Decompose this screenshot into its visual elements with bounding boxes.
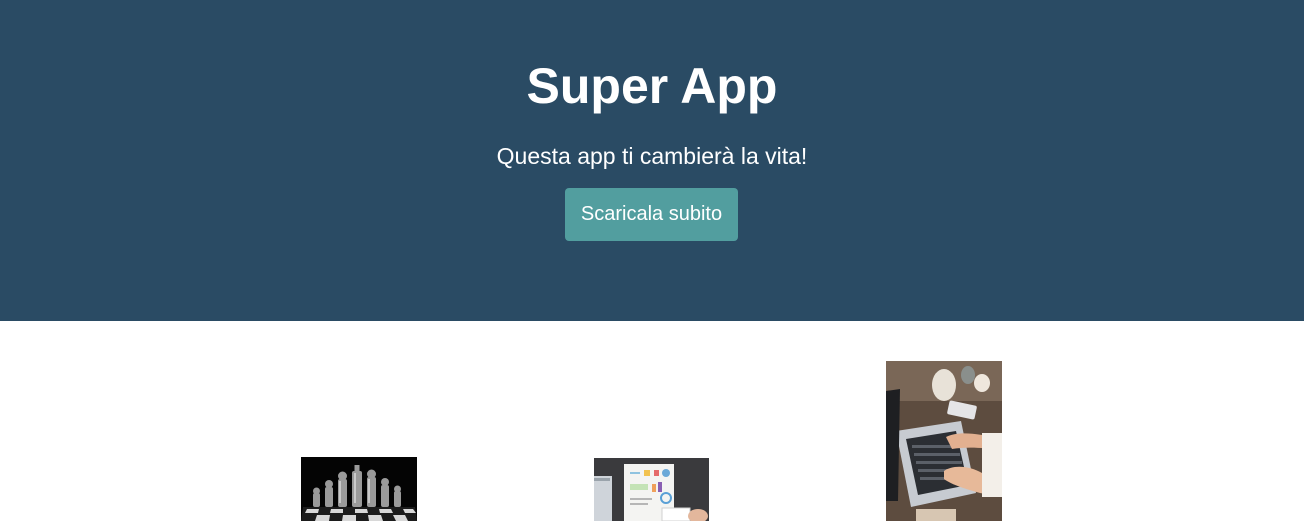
report-illustration [594,458,709,521]
laptop-illustration [886,361,1002,521]
hero-banner: Super App Questa app ti cambierà la vita… [0,0,1304,321]
laptop-image [886,361,1002,521]
app-title: Super App [526,58,778,114]
chess-image [301,457,417,521]
report-image [594,458,709,521]
download-button[interactable]: Scaricala subito [565,188,738,241]
chess-illustration [301,457,417,521]
hero-subtitle: Questa app ti cambierà la vita! [496,143,808,169]
